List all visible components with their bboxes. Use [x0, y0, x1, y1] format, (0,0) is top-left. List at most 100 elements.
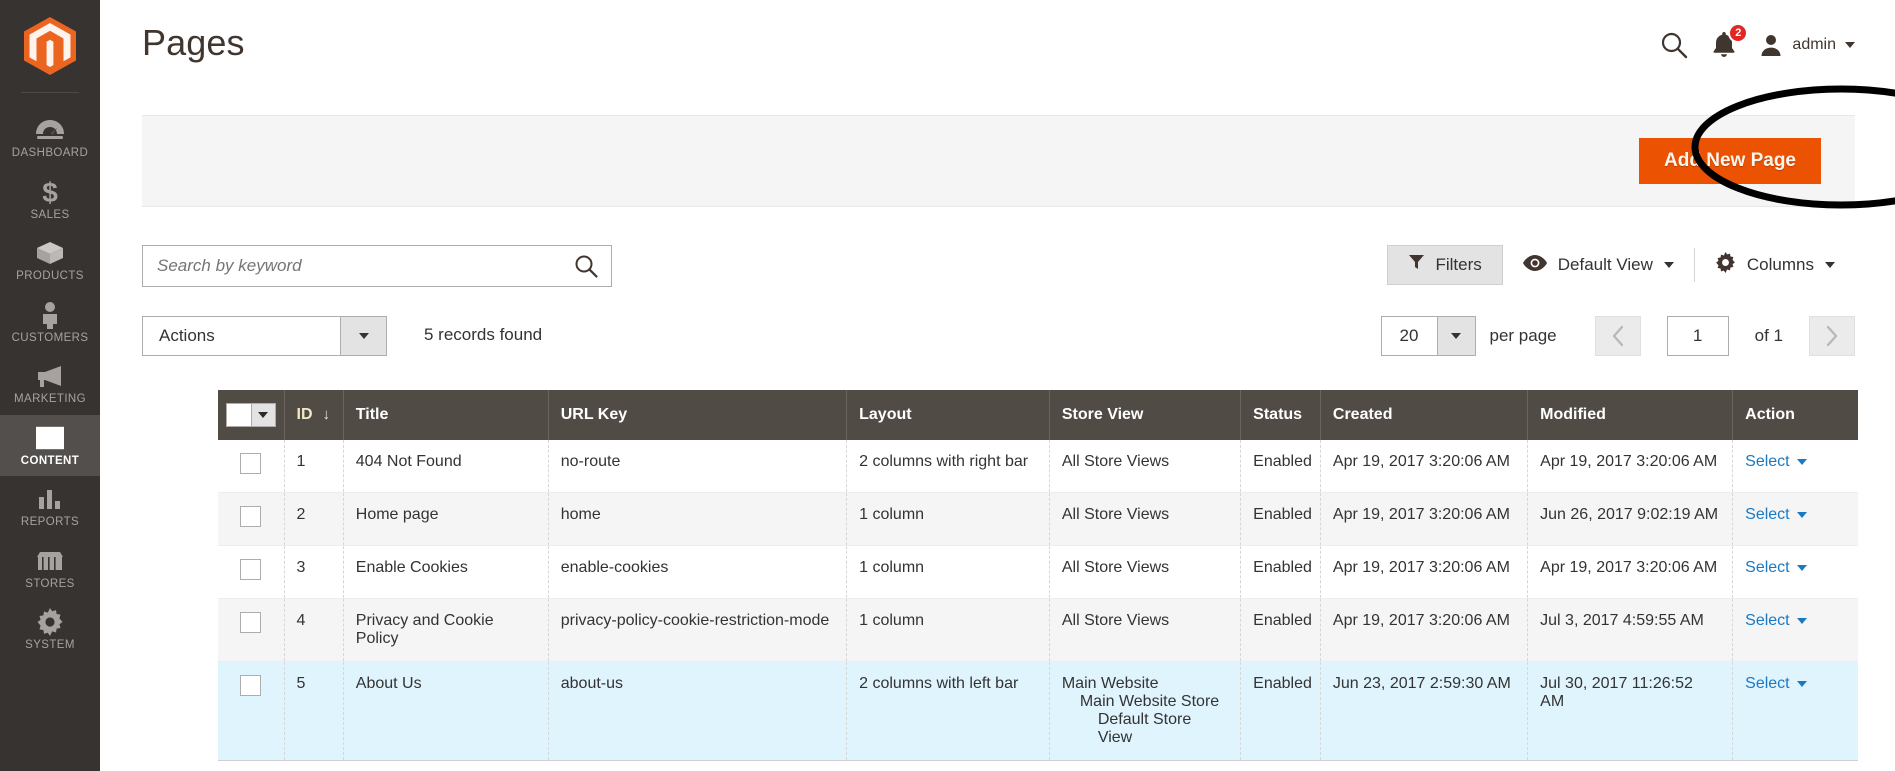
column-header-title[interactable]: Title [343, 390, 549, 440]
table-row[interactable]: 3 Enable Cookies enable-cookies 1 column All… [218, 545, 1858, 599]
notifications-bell[interactable]: 2 [1711, 23, 1749, 59]
sidebar-item-reports[interactable]: REPORTS [0, 476, 100, 538]
current-page-input[interactable] [1666, 316, 1729, 356]
sidebar-item-dashboard[interactable]: DASHBOARD [0, 107, 100, 169]
per-page-value: 20 [1399, 326, 1419, 345]
cell-status: Enabled [1240, 492, 1321, 546]
cell-store-view: Main Website Main Website Store Default St… [1049, 661, 1242, 761]
table-row[interactable]: 5 About Us about-us 2 columns with left bar… [218, 661, 1858, 761]
sidebar-item-marketing[interactable]: MARKETING [0, 353, 100, 415]
sidebar: DASHBOARD $ SALES PRODUCTS CUSTOMERS MAR… [0, 0, 100, 771]
column-header-modified[interactable]: Modified [1527, 390, 1734, 440]
row-checkbox[interactable] [240, 506, 262, 527]
store-view-child: Default Store View [1097, 711, 1192, 746]
select-all-dropdown[interactable] [225, 403, 276, 427]
row-select-link[interactable]: Select [1745, 675, 1807, 692]
chevron-down-icon[interactable] [250, 404, 275, 426]
search-icon[interactable] [1659, 30, 1689, 60]
sidebar-item-stores[interactable]: STORES [0, 538, 100, 600]
column-header-status[interactable]: Status [1240, 390, 1321, 440]
cell-id: 5 [284, 661, 344, 761]
cell-created: Apr 19, 2017 3:20:06 AM [1320, 598, 1529, 662]
sidebar-item-system[interactable]: SYSTEM [0, 599, 100, 661]
filters-label: Filters [1435, 255, 1482, 274]
row-checkbox-cell[interactable] [218, 440, 285, 493]
table-header: ID ↓ Title URL Key Layout Store View Stat… [218, 390, 1858, 440]
user-menu[interactable]: admin [1759, 33, 1855, 57]
cell-store-view: All Store Views [1049, 492, 1242, 546]
grid-actions-row: Actions 5 records found 20 per page 1 of… [142, 316, 1855, 360]
columns-control[interactable]: Columns [1695, 245, 1855, 285]
row-checkbox-cell[interactable] [218, 598, 285, 662]
cell-action[interactable]: Select [1732, 492, 1858, 546]
cell-url-key: home [548, 492, 848, 546]
row-select-link[interactable]: Select [1745, 559, 1807, 576]
column-header-store-view[interactable]: Store View [1049, 390, 1242, 440]
cell-layout: 2 columns with right bar [846, 440, 1050, 493]
filters-button[interactable]: Filters [1387, 245, 1503, 285]
row-checkbox-cell[interactable] [218, 545, 285, 599]
cell-action[interactable]: Select [1732, 440, 1858, 493]
per-page-select[interactable]: 20 [1380, 316, 1476, 356]
search-icon[interactable] [573, 253, 611, 279]
mass-actions-select[interactable]: Actions [142, 316, 387, 356]
dashboard-icon [35, 116, 65, 144]
gear-icon [1715, 252, 1736, 278]
store-view-root: Main Website [1061, 675, 1159, 692]
table-row[interactable]: 1 404 Not Found no-route 2 columns with rig… [218, 440, 1858, 493]
cell-action[interactable]: Select [1732, 661, 1858, 761]
cell-action[interactable]: Select [1732, 598, 1858, 662]
cell-title: 404 Not Found [343, 440, 549, 493]
page-title: Pages [142, 22, 245, 63]
next-page-button[interactable] [1809, 316, 1855, 356]
sidebar-item-sales[interactable]: $ SALES [0, 169, 100, 231]
table-row[interactable]: 2 Home page home 1 column All Store Views Ena… [218, 492, 1858, 546]
sidebar-item-products[interactable]: PRODUCTS [0, 230, 100, 292]
cell-title: Enable Cookies [343, 545, 549, 599]
row-checkbox[interactable] [240, 675, 262, 696]
sidebar-item-label: DASHBOARD [11, 147, 89, 159]
cell-url-key: enable-cookies [548, 545, 848, 599]
column-header-created[interactable]: Created [1320, 390, 1529, 440]
row-select-link[interactable]: Select [1745, 612, 1807, 629]
per-page-label: per page [1489, 326, 1557, 345]
gear-icon [36, 608, 64, 636]
row-select-link[interactable]: Select [1745, 453, 1807, 470]
cell-status: Enabled [1240, 440, 1321, 493]
column-header-url-key[interactable]: URL Key [548, 390, 848, 440]
sidebar-item-content[interactable]: CONTENT [0, 414, 100, 476]
cell-store-view: All Store Views [1049, 598, 1242, 662]
keyword-search-box[interactable] [142, 245, 612, 287]
row-checkbox-cell[interactable] [218, 492, 285, 546]
select-all-checkbox[interactable] [226, 404, 251, 426]
funnel-icon [1408, 254, 1425, 276]
magento-logo[interactable] [0, 0, 100, 92]
cell-modified: Jul 3, 2017 4:59:55 AM [1527, 598, 1734, 662]
row-checkbox[interactable] [240, 612, 262, 633]
grid-tools: Filters Default View Columns [1387, 245, 1855, 285]
column-header-action[interactable]: Action [1732, 390, 1858, 440]
table-body: 1 404 Not Found no-route 2 columns with rig… [218, 440, 1858, 761]
sidebar-item-customers[interactable]: CUSTOMERS [0, 292, 100, 354]
cell-status: Enabled [1240, 598, 1321, 662]
chevron-down-icon [1796, 564, 1807, 571]
page-header: Pages 2 admin [100, 0, 1895, 92]
select-all-header[interactable] [218, 390, 285, 440]
previous-page-button[interactable] [1594, 316, 1641, 356]
add-new-page-button[interactable]: Add New Page [1639, 138, 1821, 184]
row-select-link[interactable]: Select [1745, 506, 1807, 523]
table-row[interactable]: 4 Privacy and Cookie Policy privacy-policy… [218, 598, 1858, 662]
cell-id: 3 [284, 545, 344, 599]
column-header-layout[interactable]: Layout [846, 390, 1050, 440]
grid-toolbar: Filters Default View Columns [142, 245, 1855, 301]
sidebar-item-label: MARKETING [14, 393, 86, 405]
view-bookmarks-control[interactable]: Default View [1503, 245, 1694, 285]
cell-action[interactable]: Select [1732, 545, 1858, 599]
column-label: ID [296, 406, 313, 423]
cell-status: Enabled [1240, 661, 1321, 761]
row-checkbox[interactable] [240, 559, 262, 580]
search-input[interactable] [143, 256, 573, 276]
column-header-id[interactable]: ID ↓ [284, 390, 344, 440]
row-checkbox[interactable] [240, 453, 262, 474]
row-checkbox-cell[interactable] [218, 661, 285, 761]
